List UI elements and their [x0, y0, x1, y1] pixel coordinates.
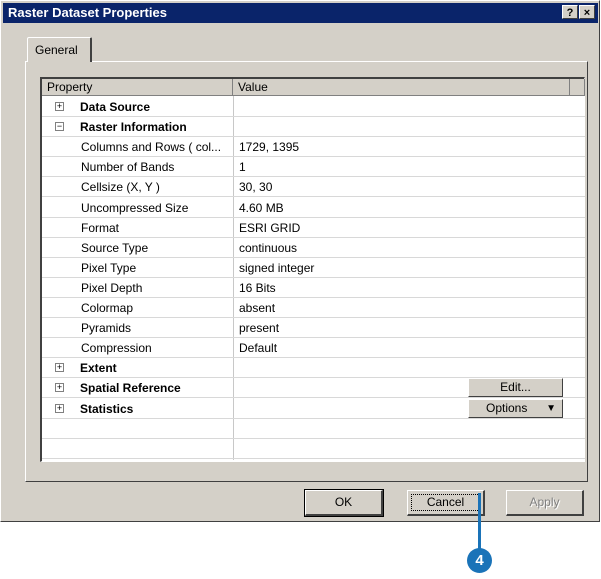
property-value: continuous: [239, 240, 298, 255]
close-button[interactable]: ×: [579, 5, 595, 19]
property-value: 30, 30: [239, 180, 273, 195]
ok-button[interactable]: OK: [304, 489, 384, 517]
dropdown-arrow-icon: ▼: [546, 402, 556, 414]
property-group-row[interactable]: + Statistics Options ▼: [42, 398, 585, 419]
property-value: signed integer: [239, 260, 315, 275]
property-name: Data Source: [80, 100, 151, 114]
property-row[interactable]: Pixel Depth 16 Bits: [42, 278, 585, 298]
options-button-label: Options: [486, 400, 528, 415]
callout-line: [478, 493, 481, 551]
apply-button[interactable]: Apply: [506, 490, 584, 516]
property-row[interactable]: Number of Bands 1: [42, 157, 585, 178]
cancel-button[interactable]: Cancel: [407, 490, 485, 516]
options-button[interactable]: Options ▼: [468, 398, 563, 418]
help-button[interactable]: ?: [562, 5, 578, 19]
property-name: Spatial Reference: [80, 381, 181, 396]
property-name: Source Type: [81, 240, 149, 255]
property-group-row[interactable]: + Spatial Reference Edit...: [42, 378, 585, 399]
property-name: Columns and Rows ( col...: [81, 140, 222, 155]
property-name: Extent: [80, 361, 117, 376]
column-header-property[interactable]: Property: [42, 79, 233, 96]
property-row[interactable]: Columns and Rows ( col... 1729, 1395: [42, 137, 585, 158]
property-group-row[interactable]: − Raster Information: [42, 117, 585, 138]
property-group-row[interactable]: + Data Source: [42, 97, 585, 117]
property-value: absent: [239, 301, 276, 315]
property-group-row[interactable]: + Extent: [42, 358, 585, 379]
tab-panel-general: Property Value + Data Source − Raster Infor…: [25, 61, 588, 482]
expand-icon[interactable]: +: [55, 403, 64, 413]
apply-button-label: Apply: [529, 495, 560, 509]
empty-row: [42, 439, 585, 459]
property-value: present: [239, 321, 280, 336]
tab-general-label: General: [35, 43, 78, 57]
title-bar[interactable]: Raster Dataset Properties ? ×: [3, 3, 598, 23]
property-row[interactable]: Pixel Type signed integer: [42, 258, 585, 278]
property-name: Format: [81, 220, 120, 235]
expand-icon[interactable]: +: [55, 383, 64, 393]
property-name: Cellsize (X, Y ): [81, 180, 160, 195]
property-value: 4.60 MB: [239, 200, 284, 215]
properties-dialog: Raster Dataset Properties ? × General Pr…: [0, 0, 600, 522]
property-name: Statistics: [80, 401, 134, 416]
property-row[interactable]: Colormap absent: [42, 298, 585, 318]
property-row[interactable]: Format ESRI GRID: [42, 218, 585, 238]
property-name: Uncompressed Size: [81, 200, 189, 215]
column-header-filler: [570, 79, 585, 96]
property-name: Raster Information: [80, 120, 187, 135]
property-value: ESRI GRID: [239, 220, 301, 235]
ok-button-label: OK: [334, 495, 353, 509]
edit-button[interactable]: Edit...: [468, 378, 563, 398]
property-value: 1729, 1395: [239, 140, 300, 155]
focus-rect: [411, 494, 480, 511]
property-row[interactable]: Compression Default: [42, 338, 585, 359]
property-row[interactable]: Cellsize (X, Y ) 30, 30: [42, 177, 585, 198]
property-name: Pixel Type: [81, 260, 137, 275]
property-grid: Property Value + Data Source − Raster Infor…: [40, 77, 585, 462]
property-value: Default: [239, 341, 278, 356]
property-value: 16 Bits: [239, 280, 276, 295]
tab-general[interactable]: General: [27, 37, 92, 62]
expand-icon[interactable]: +: [55, 102, 64, 111]
property-row[interactable]: Pyramids present: [42, 318, 585, 339]
callout-badge: 4: [467, 548, 492, 573]
property-row[interactable]: Source Type continuous: [42, 238, 585, 258]
expand-icon[interactable]: +: [55, 363, 64, 373]
property-value: 1: [239, 160, 246, 175]
property-name: Number of Bands: [81, 160, 175, 175]
collapse-icon[interactable]: −: [55, 122, 64, 132]
property-row[interactable]: Uncompressed Size 4.60 MB: [42, 198, 585, 218]
property-name: Compression: [81, 341, 152, 356]
property-name: Colormap: [81, 301, 134, 315]
property-name: Pixel Depth: [81, 280, 143, 295]
property-name: Pyramids: [81, 321, 132, 336]
empty-row: [42, 419, 585, 439]
window-title: Raster Dataset Properties: [8, 5, 167, 20]
column-header-value[interactable]: Value: [233, 79, 570, 96]
